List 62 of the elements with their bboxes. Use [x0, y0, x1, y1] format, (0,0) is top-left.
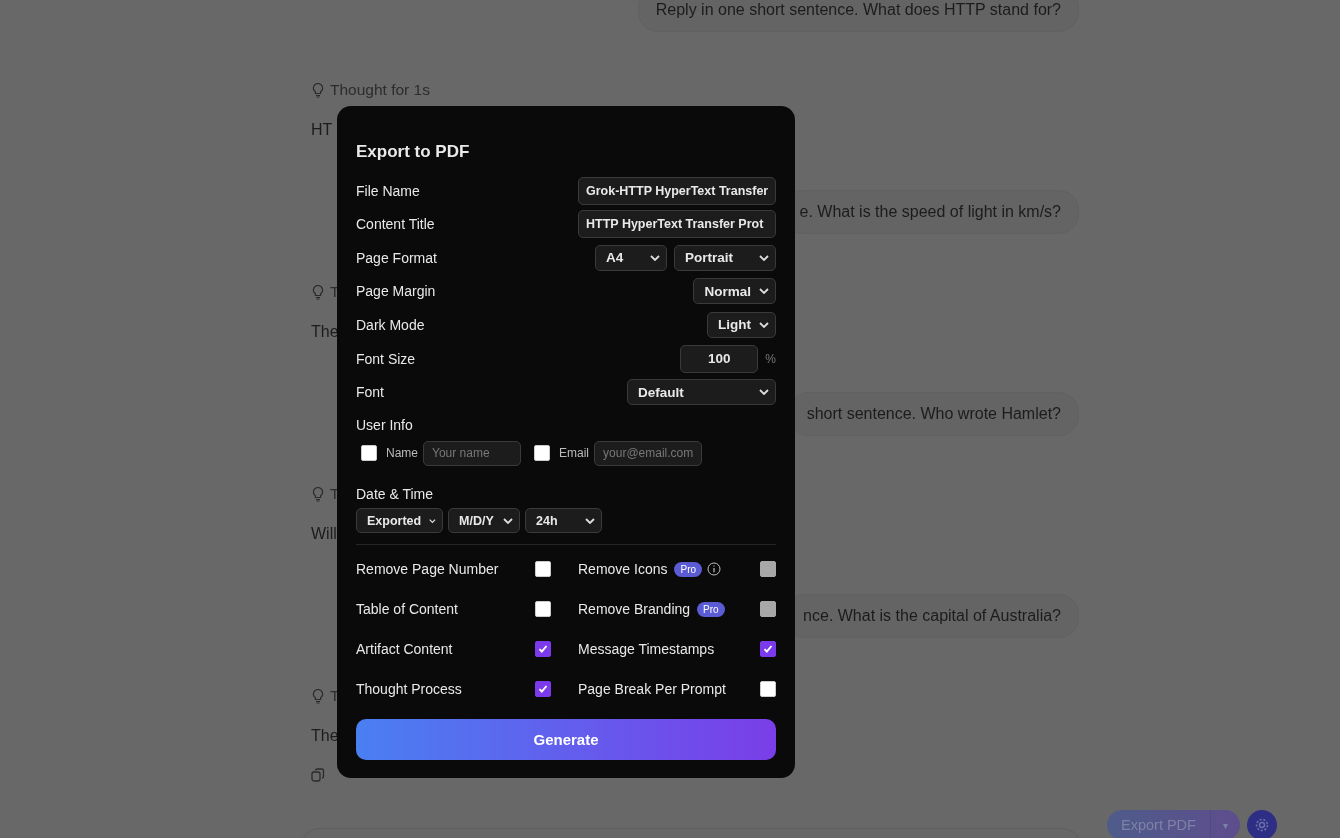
generate-button[interactable]: Generate: [356, 719, 776, 760]
lightbulb-icon: [311, 486, 325, 502]
option-label: Message Timestamps: [578, 641, 715, 658]
option-label: Remove Branding: [578, 601, 691, 618]
pro-badge: Pro: [674, 561, 703, 577]
checkbox-label: Email: [559, 446, 590, 461]
field-label: Font: [356, 384, 384, 401]
dropdown[interactable]: Portrait: [674, 244, 776, 271]
option-label: Page Break Per Prompt: [578, 681, 726, 698]
settings-icon: [1253, 817, 1270, 833]
lightbulb-icon: [311, 284, 325, 300]
option-label: Remove Icons: [578, 561, 668, 578]
field-label: Dark Mode: [356, 316, 425, 333]
dropdown[interactable]: 24h: [525, 508, 602, 534]
checkbox[interactable]: [535, 641, 551, 658]
dropdown[interactable]: A4: [595, 244, 667, 271]
field-label: Page Margin: [356, 283, 436, 300]
dropdown[interactable]: M/D/Y: [448, 508, 520, 534]
number-field[interactable]: 100: [680, 344, 759, 373]
chevron-icon: [759, 254, 769, 261]
answer-text: The: [311, 726, 339, 746]
dropdown[interactable]: Exported: [356, 508, 443, 534]
lightbulb-icon: [311, 82, 325, 98]
checkbox-label: Name: [386, 446, 418, 461]
answer-text: HT: [311, 120, 333, 140]
dropdown[interactable]: Normal: [693, 278, 776, 305]
pro-badge: Pro: [697, 601, 725, 617]
chevron-icon: [503, 518, 513, 524]
option-label: Table of Content: [356, 601, 458, 618]
chevron-icon: [759, 288, 769, 295]
copy-icon[interactable]: [311, 768, 325, 782]
answer-text: Will: [311, 524, 337, 544]
chevron-icon: [759, 389, 769, 396]
field-label: Page Format: [356, 249, 437, 266]
chevron-icon: [650, 254, 660, 261]
lightbulb-icon: [311, 688, 325, 704]
input-field[interactable]: your@email.com: [594, 440, 703, 466]
field-label: Content Title: [356, 216, 435, 233]
unit-label: %: [765, 351, 776, 366]
user-message-bubble: Reply in one short sentence. What does HTTP stand for?: [637, 0, 1079, 32]
dropdown[interactable]: Light: [707, 311, 776, 338]
field-label: File Name: [356, 182, 420, 199]
checkbox[interactable]: [535, 681, 551, 698]
chevron-icon: [429, 518, 436, 524]
option-label: Artifact Content: [356, 641, 453, 658]
text-field[interactable]: Grok-HTTP HyperText Transfer: [578, 176, 776, 205]
field-label: Font Size: [356, 350, 416, 367]
option-label: Remove Page Number: [356, 561, 499, 578]
input-field[interactable]: Your name: [423, 440, 521, 466]
chevron-icon: [585, 518, 595, 524]
text-field[interactable]: HTTP HyperText Transfer Prot: [578, 210, 776, 239]
answer-text: The: [311, 322, 339, 342]
option-label: Thought Process: [356, 681, 462, 698]
section-label: Date & Time: [356, 485, 435, 504]
checkmark-icon: [762, 643, 774, 656]
section-label: User Info: [356, 417, 414, 435]
dropdown[interactable]: Default: [627, 379, 776, 406]
chevron-icon: [759, 321, 769, 328]
checkbox[interactable]: [760, 641, 776, 658]
checkmark-icon: [537, 643, 549, 656]
checkmark-icon: [537, 683, 549, 696]
dialog-title: Export to PDF: [356, 142, 471, 163]
